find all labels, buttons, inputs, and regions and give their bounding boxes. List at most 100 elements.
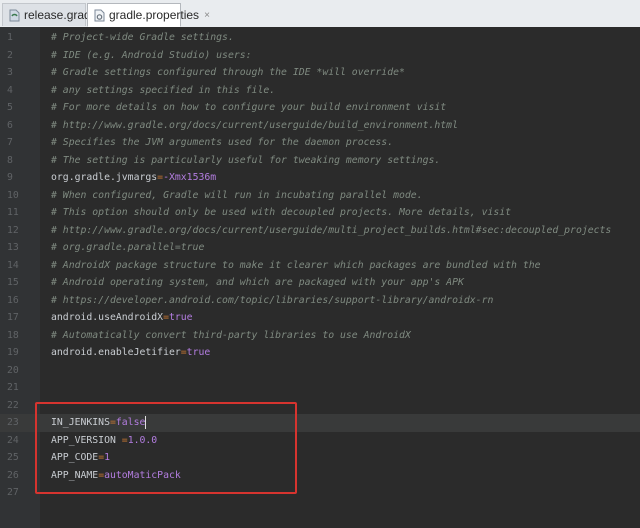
code-text: # The setting is particularly useful for… (51, 152, 440, 170)
line-number: 4 (7, 84, 13, 96)
code-text: # http://www.gradle.org/docs/current/use… (51, 117, 458, 135)
property-key: IN_JENKINS (51, 417, 110, 428)
code-line[interactable]: 2 # IDE (e.g. Android Studio) users: (0, 47, 640, 65)
properties-file-icon (94, 9, 105, 22)
comment-text: # https://developer.android.com/topic/li… (51, 294, 494, 306)
comment-text: # This option should only be used with d… (51, 207, 512, 218)
gradle-file-icon (9, 9, 20, 22)
line-number: 13 (7, 242, 19, 253)
line-number: 7 (7, 137, 13, 148)
code-line[interactable]: 17 android.useAndroidX=true (0, 309, 640, 327)
comment-text: # Project-wide Gradle settings. (51, 32, 234, 43)
line-number: 5 (7, 102, 13, 113)
text-caret (145, 415, 147, 429)
code-line[interactable]: 18 # Automatically convert third-party li… (0, 327, 640, 345)
code-line[interactable]: 13 # org.gradle.parallel=true (0, 239, 640, 257)
code-text: # any settings specified in this file. (51, 82, 275, 100)
code-text: APP_VERSION =1.0.0 (51, 432, 157, 450)
line-number: 27 (7, 487, 19, 498)
comment-text: # For more details on how to configure y… (51, 102, 447, 113)
code-line[interactable]: 9 org.gradle.jvmargs=-Xmx1536m (0, 169, 640, 187)
line-number: 14 (7, 259, 19, 271)
comment-text: # http://www.gradle.org/docs/current/use… (51, 224, 612, 236)
code-line[interactable]: 7 # Specifies the JVM arguments used for … (0, 134, 640, 152)
property-value: false (115, 417, 146, 428)
code-line[interactable]: 8 # The setting is particularly useful fo… (0, 152, 640, 170)
property-value: -Xmx1536m (163, 172, 217, 183)
line-number: 8 (7, 154, 13, 166)
close-tab-icon[interactable]: × (204, 10, 210, 21)
property-value: true (168, 312, 193, 323)
comment-text: # When configured, Gradle will run in in… (51, 189, 423, 201)
code-line[interactable]: 21 (0, 379, 640, 397)
code-line[interactable]: 1 # Project-wide Gradle settings. (0, 29, 640, 47)
line-number: 24 (7, 434, 19, 446)
code-text: # When configured, Gradle will run in in… (51, 187, 423, 205)
code-editor[interactable]: 1 # Project-wide Gradle settings. 2 # IDE (… (0, 27, 640, 528)
code-line[interactable]: 10 # When configured, Gradle will run in … (0, 187, 640, 205)
code-line[interactable]: 26 APP_NAME=autoMaticPack (0, 467, 640, 485)
property-key: APP_CODE (51, 452, 99, 463)
property-key: org.gradle.jvmargs (51, 172, 158, 183)
code-text: # org.gradle.parallel=true (51, 239, 204, 257)
code-line[interactable]: 6 # http://www.gradle.org/docs/current/us… (0, 117, 640, 135)
line-number: 19 (7, 347, 19, 358)
code-line[interactable]: 24 APP_VERSION =1.0.0 (0, 432, 640, 450)
code-text: android.useAndroidX=true (51, 309, 193, 327)
comment-text: # Automatically convert third-party libr… (51, 329, 411, 341)
code-line[interactable]: 22 (0, 397, 640, 415)
code-text: # Gradle settings configured through the… (51, 64, 405, 82)
code-text: # AndroidX package structure to make it … (51, 257, 541, 275)
code-line[interactable]: 3 # Gradle settings configured through th… (0, 64, 640, 82)
line-number: 3 (7, 67, 13, 78)
code-line[interactable]: 12 # http://www.gradle.org/docs/current/u… (0, 222, 640, 240)
code-text: android.enableJetifier=true (51, 344, 210, 362)
property-value: autoMaticPack (104, 469, 181, 481)
code-line[interactable]: 15 # Android operating system, and which … (0, 274, 640, 292)
code-text: org.gradle.jvmargs=-Xmx1536m (51, 169, 216, 187)
line-number: 15 (7, 277, 19, 288)
code-line[interactable]: 14 # AndroidX package structure to make i… (0, 257, 640, 275)
line-number: 20 (7, 364, 19, 376)
current-code-line[interactable]: 23 IN_JENKINS=false (0, 414, 640, 432)
line-number: 6 (7, 119, 13, 131)
property-value: true (186, 347, 211, 358)
line-number: 25 (7, 452, 19, 463)
editor-tab-bar: release.gradle × gradle.properties × (0, 0, 640, 28)
line-number: 9 (7, 172, 13, 183)
line-number: 11 (7, 207, 19, 218)
tab-release-gradle[interactable]: release.gradle × (2, 3, 111, 26)
code-line[interactable]: 27 (0, 484, 640, 502)
comment-text: # org.gradle.parallel=true (51, 242, 205, 253)
code-line[interactable]: 11 # This option should only be used with… (0, 204, 640, 222)
code-line[interactable]: 20 (0, 362, 640, 380)
property-value: 1.0.0 (127, 434, 158, 446)
property-key: android.enableJetifier (51, 347, 181, 358)
tab-label: gradle.properties (109, 8, 200, 22)
code-line[interactable]: 16 # https://developer.android.com/topic/… (0, 292, 640, 310)
code-text: # Project-wide Gradle settings. (51, 29, 234, 47)
property-key: android.useAndroidX (51, 312, 164, 323)
property-key: APP_NAME (51, 469, 99, 481)
code-text: # Specifies the JVM arguments used for t… (51, 134, 393, 152)
code-text: APP_CODE=1 (51, 449, 110, 467)
comment-text: # any settings specified in this file. (51, 84, 276, 96)
comment-text: # http://www.gradle.org/docs/current/use… (51, 119, 458, 131)
code-line[interactable]: 19 android.enableJetifier=true (0, 344, 640, 362)
code-text: # Automatically convert third-party libr… (51, 327, 411, 345)
property-key: APP_VERSION (51, 434, 122, 446)
code-text: IN_JENKINS=false (51, 414, 147, 432)
comment-text: # IDE (e.g. Android Studio) users: (51, 49, 252, 61)
code-line[interactable]: 5 # For more details on how to configure … (0, 99, 640, 117)
code-text: APP_NAME=autoMaticPack (51, 467, 181, 485)
line-number: 16 (7, 294, 19, 306)
line-number: 2 (7, 49, 13, 61)
code-line[interactable]: 4 # any settings specified in this file. (0, 82, 640, 100)
code-text: # https://developer.android.com/topic/li… (51, 292, 493, 310)
code-line[interactable]: 25 APP_CODE=1 (0, 449, 640, 467)
code-text: # Android operating system, and which ar… (51, 274, 464, 292)
comment-text: # Android operating system, and which ar… (51, 277, 464, 288)
comment-text: # AndroidX package structure to make it … (51, 259, 541, 271)
tab-gradle-properties[interactable]: gradle.properties × (87, 3, 210, 27)
comment-text: # Specifies the JVM arguments used for t… (51, 137, 394, 148)
